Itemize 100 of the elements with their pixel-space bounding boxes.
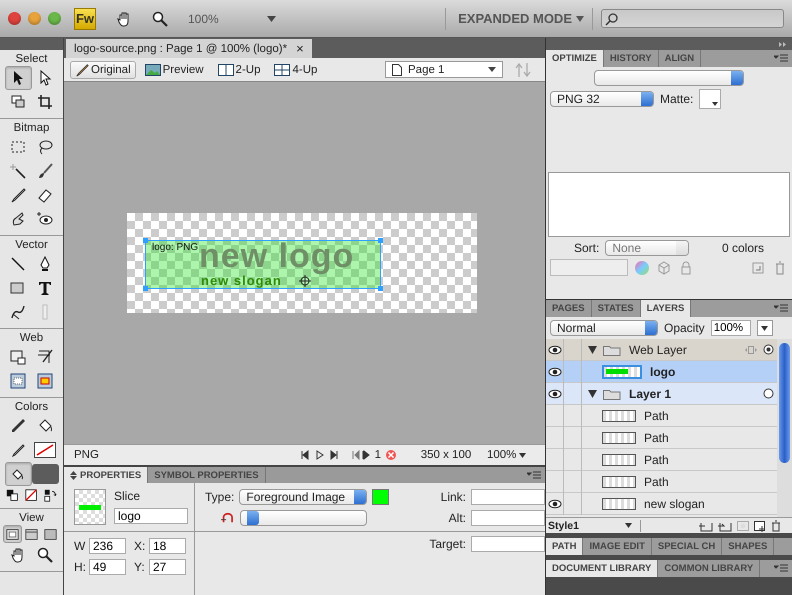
- hotspot-icon: [10, 349, 26, 365]
- standard-screen-tool[interactable]: [3, 525, 22, 543]
- stroke-swatch-tool[interactable]: [32, 440, 58, 460]
- crop-icon: [37, 94, 53, 110]
- blend-mode-dropdown[interactable]: Normal: [550, 320, 658, 336]
- tool-group-title: View: [18, 511, 45, 525]
- panel-tab[interactable]: PROPERTIES: [64, 467, 148, 483]
- panel-tab[interactable]: DOCUMENT LIBRARY: [546, 560, 658, 577]
- no-color-icon: [25, 488, 38, 502]
- add-icon[interactable]: [750, 260, 766, 276]
- layer-name: Path: [644, 430, 669, 444]
- format-dropdown[interactable]: PNG 32: [550, 91, 654, 107]
- layer-name: new slogan: [644, 496, 705, 510]
- layer-row[interactable]: Path: [546, 427, 777, 449]
- collapse-icon: [70, 470, 77, 480]
- show-slices-icon: [37, 373, 53, 389]
- zoom-dropdown[interactable]: 100%: [188, 12, 276, 26]
- menu-icon[interactable]: [527, 470, 541, 480]
- matte-swatch[interactable]: [699, 89, 722, 109]
- close-window-button[interactable]: [8, 12, 21, 25]
- name-field[interactable]: logo: [114, 508, 188, 524]
- radio-icon[interactable]: [763, 344, 774, 355]
- finger-icon: [10, 211, 26, 227]
- opacity-field[interactable]: 100%: [710, 320, 751, 336]
- workspace-menu[interactable]: EXPANDED MODE: [458, 11, 584, 26]
- search-icon: [605, 12, 619, 26]
- panel-tab[interactable]: SHAPES: [722, 538, 774, 555]
- link-field[interactable]: [471, 489, 545, 505]
- layer-row[interactable]: Layer 1: [546, 383, 777, 405]
- expanded-triangle-icon[interactable]: [588, 346, 597, 354]
- stop-icon[interactable]: [385, 449, 397, 461]
- expanded-triangle-icon[interactable]: [588, 390, 597, 398]
- dimension-field[interactable]: 236: [89, 538, 126, 554]
- panel-tab[interactable]: SPECIAL CH: [652, 538, 722, 555]
- preset-dropdown[interactable]: [594, 70, 744, 86]
- menu-icon[interactable]: [774, 304, 788, 313]
- fill-tool[interactable]: [4, 462, 32, 486]
- tool-group-title: Web: [18, 331, 44, 345]
- sort-dropdown[interactable]: None: [605, 240, 690, 256]
- field-label: H:: [74, 560, 86, 574]
- zoom-dropdown[interactable]: 100%: [487, 449, 535, 461]
- layer-row[interactable]: logo: [546, 361, 777, 383]
- view-tab[interactable]: 2-Up: [212, 60, 266, 78]
- four-pane-icon: [274, 64, 290, 76]
- trash-icon[interactable]: [770, 520, 782, 532]
- caret-icon: [761, 326, 768, 330]
- view-tab[interactable]: Original: [70, 60, 136, 78]
- close-tab-button[interactable]: ×: [296, 41, 304, 56]
- expand-icon[interactable]: [779, 42, 787, 46]
- layer-name: Path: [644, 408, 669, 422]
- document-tab[interactable]: logo-source.png : Page 1 @ 100% (logo)* ×: [66, 39, 312, 58]
- alt-field[interactable]: [471, 510, 545, 526]
- slice-label: logo: PNG: [152, 242, 198, 253]
- eye-icon[interactable]: [548, 388, 562, 398]
- layer-row[interactable]: new slogan: [546, 493, 777, 515]
- menu-icon[interactable]: [774, 54, 788, 63]
- search-icon[interactable]: [152, 10, 168, 26]
- search-field[interactable]: [601, 9, 784, 28]
- slice-thumbnail: [602, 364, 642, 378]
- page-dropdown[interactable]: Page 1: [385, 61, 503, 78]
- color-value-field[interactable]: [550, 259, 628, 276]
- rectangle-icon: [10, 280, 26, 296]
- swap-colors-icon: [44, 488, 57, 502]
- view-tab[interactable]: 4-Up: [269, 60, 322, 78]
- panel-tab[interactable]: OPTIMIZE: [546, 50, 604, 67]
- color-wheel-icon[interactable]: [634, 260, 650, 276]
- opacity-dropdown[interactable]: [756, 320, 773, 336]
- menu-icon[interactable]: [774, 564, 788, 573]
- playback-controls-icon[interactable]: [300, 450, 371, 460]
- panel-tab[interactable]: PATH: [546, 538, 584, 555]
- dimension-field[interactable]: 27: [149, 559, 186, 575]
- eye-icon[interactable]: [548, 344, 562, 354]
- page-icon: [392, 64, 402, 76]
- pencil-icon: [10, 442, 26, 458]
- type-dropdown[interactable]: Foreground Image: [239, 489, 367, 505]
- panel-tab[interactable]: IMAGE EDIT: [583, 538, 652, 555]
- pointer-tool[interactable]: [4, 66, 32, 90]
- slice-color-swatch[interactable]: [372, 489, 389, 505]
- view-tab[interactable]: Preview: [140, 60, 209, 78]
- duplicate-icon[interactable]: [753, 520, 767, 532]
- layer-row[interactable]: Path: [546, 471, 777, 493]
- scrollbar[interactable]: [777, 339, 792, 517]
- eye-icon[interactable]: [548, 366, 562, 376]
- layer-row[interactable]: Path: [546, 449, 777, 471]
- behavior-dropdown[interactable]: [240, 510, 367, 526]
- layer-row[interactable]: Path: [546, 405, 777, 427]
- matte-label: Matte:: [660, 92, 694, 106]
- panel-tab[interactable]: COMMON LIBRARY: [658, 560, 760, 577]
- dimension-field[interactable]: 49: [89, 559, 126, 575]
- fill-color-swatch[interactable]: [32, 464, 58, 484]
- target-field[interactable]: [471, 536, 545, 552]
- frame-number: 1: [374, 449, 381, 461]
- path-thumbnail: [602, 498, 636, 510]
- dimension-field[interactable]: 18: [149, 538, 186, 554]
- path-thumbnail: [602, 454, 636, 466]
- radio-icon[interactable]: [763, 388, 774, 399]
- panel-tab[interactable]: LAYERS: [640, 300, 692, 317]
- layer-row[interactable]: Web Layer: [546, 339, 777, 361]
- style-dropdown[interactable]: Style1: [546, 520, 641, 532]
- eye-icon[interactable]: [548, 498, 562, 508]
